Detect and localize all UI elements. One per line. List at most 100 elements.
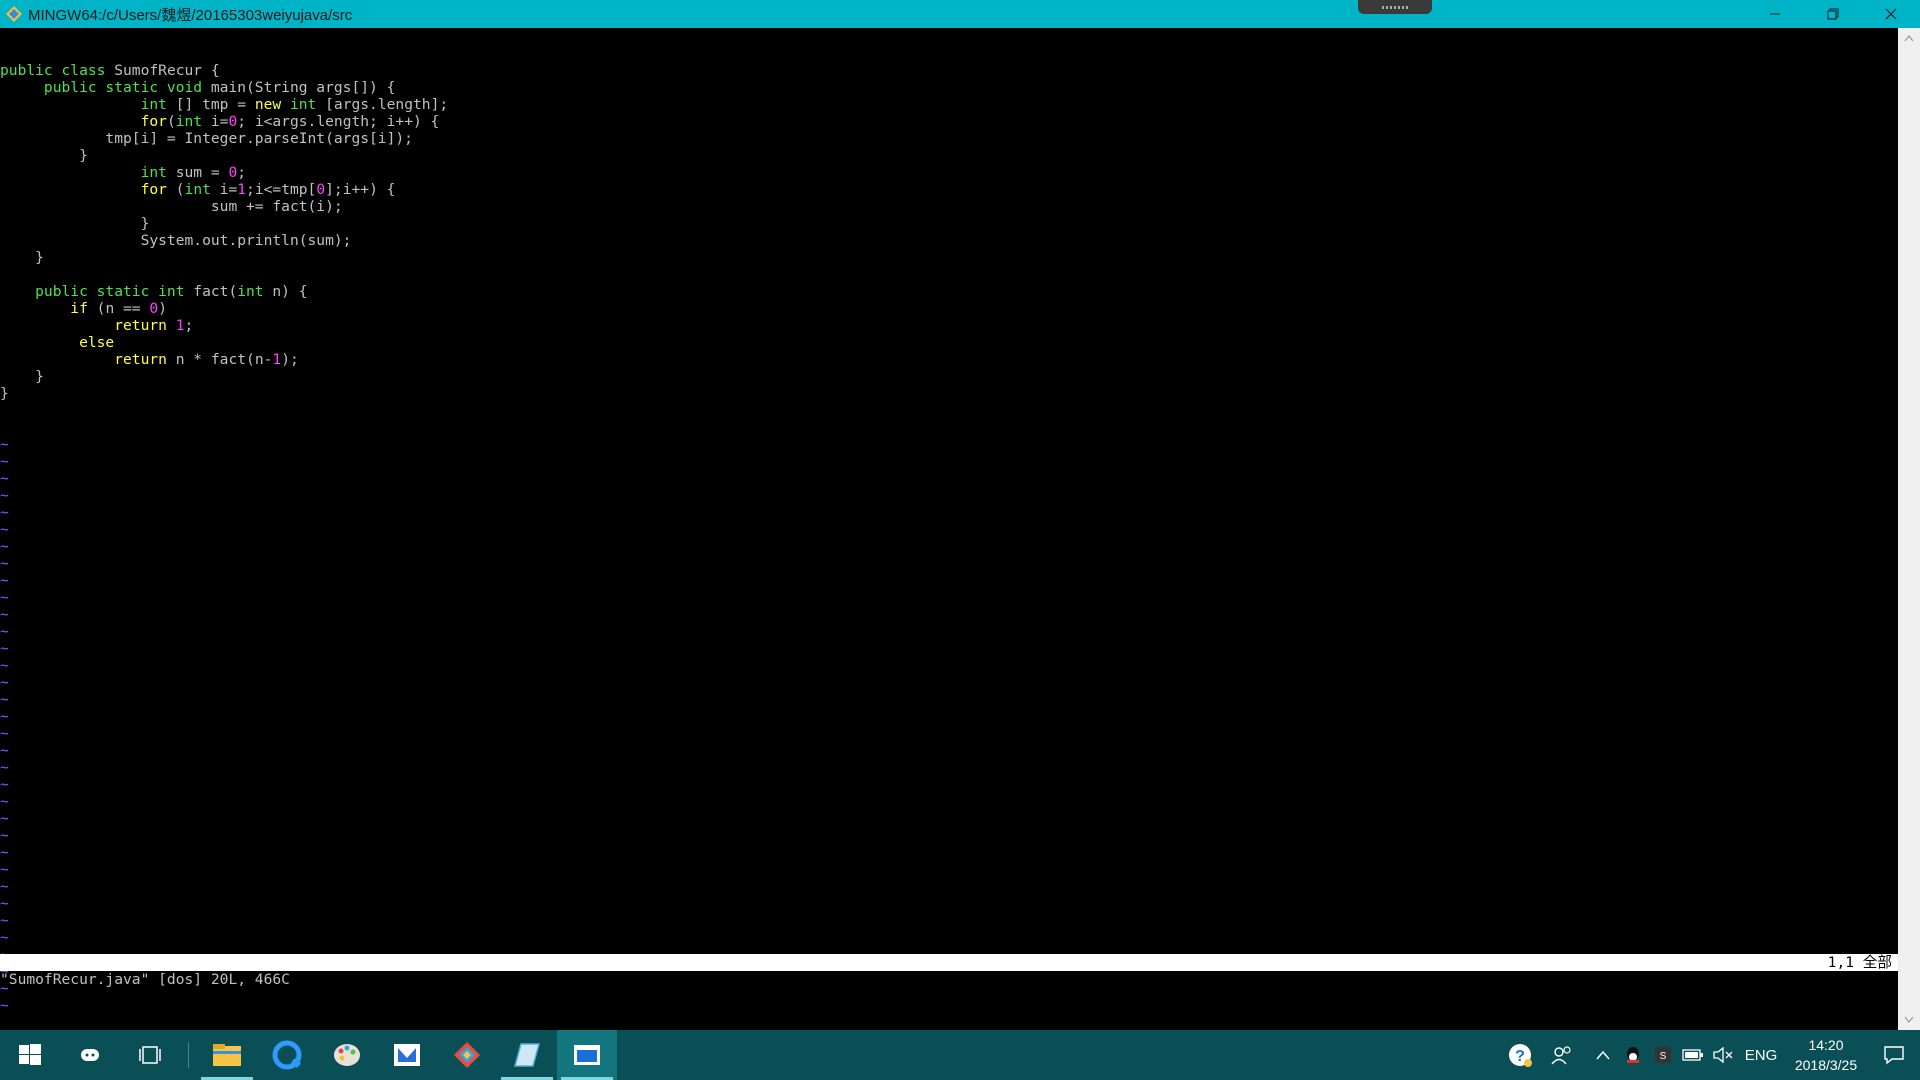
cortana-icon: [81, 1049, 99, 1061]
minimize-button[interactable]: [1746, 0, 1804, 28]
code-token: public static int: [0, 283, 194, 300]
code-line[interactable]: public class SumofRecur {: [0, 62, 1898, 79]
task-view-button[interactable]: [120, 1030, 180, 1080]
empty-line-tilde: ~: [0, 640, 9, 657]
code-line[interactable]: System.out.println(sum);: [0, 232, 1898, 249]
code-token: class: [61, 62, 115, 79]
code-line[interactable]: [0, 266, 1898, 283]
scroll-up-button[interactable]: [1898, 28, 1920, 48]
taskbar-mail[interactable]: [377, 1030, 437, 1080]
empty-line-tilde: ~: [0, 572, 9, 589]
tray-clock[interactable]: 14:20 2018/3/25: [1784, 1030, 1868, 1080]
code-line[interactable]: else: [0, 334, 1898, 351]
vim-statusline: /c/Users/魏煜/20165303weiyujava/src/SumofR…: [0, 954, 1898, 988]
code-line[interactable]: int sum = 0;: [0, 164, 1898, 181]
scroll-down-button[interactable]: [1898, 1010, 1920, 1030]
code-token: sum =: [166, 164, 229, 181]
chevron-up-icon: [1596, 1050, 1610, 1060]
empty-line-tilde: ~: [0, 912, 9, 929]
code-token: return: [114, 317, 167, 334]
battery-icon: [1682, 1049, 1703, 1061]
code-line[interactable]: }: [0, 215, 1898, 232]
code-buffer[interactable]: public class SumofRecur { public static …: [0, 62, 1898, 402]
restore-button[interactable]: [1804, 0, 1862, 28]
taskbar-file-explorer[interactable]: [197, 1030, 257, 1080]
vertical-scrollbar[interactable]: [1898, 28, 1920, 1030]
code-token: n) {: [263, 283, 308, 300]
code-token: 0: [316, 181, 326, 198]
taskbar-notepad[interactable]: [497, 1030, 557, 1080]
empty-line-markers: ~~~~~~~~~~~~~~~~~~~~~~~~~~~~~~~~~~: [0, 436, 1898, 1014]
code-line[interactable]: for (int i=1;i<=tmp[0];i++) {: [0, 181, 1898, 198]
window-titlebar[interactable]: MINGW64:/c/Users/魏煜/20165303weiyujava/sr…: [0, 0, 1920, 28]
code-line[interactable]: if (n == 0): [0, 300, 1898, 317]
code-line[interactable]: }: [0, 249, 1898, 266]
code-line[interactable]: }: [0, 147, 1898, 164]
code-line[interactable]: public static int fact(int n) {: [0, 283, 1898, 300]
close-button[interactable]: [1862, 0, 1920, 28]
tray-show-hidden[interactable]: [1588, 1030, 1618, 1080]
restore-icon: [1827, 8, 1839, 20]
chevron-down-icon: [1904, 1016, 1914, 1023]
mingw-app-icon[interactable]: [0, 0, 28, 28]
start-button[interactable]: [0, 1030, 60, 1080]
taskbar-git[interactable]: [437, 1030, 497, 1080]
empty-line-tilde: ~: [0, 878, 9, 895]
cortana-button[interactable]: [60, 1030, 120, 1080]
code-token: }: [0, 249, 44, 266]
code-token: n * fact(n-: [166, 351, 273, 368]
code-token: 1: [272, 351, 282, 368]
empty-line-tilde: ~: [0, 589, 9, 606]
code-token: public: [0, 62, 62, 79]
tray-qq[interactable]: [1618, 1030, 1648, 1080]
code-token: [args.length];: [316, 96, 449, 113]
action-center-button[interactable]: [1868, 1030, 1920, 1080]
tray-language[interactable]: ENG: [1738, 1030, 1784, 1080]
app-tray-icon: S: [1655, 1047, 1671, 1063]
remote-session-handle[interactable]: [1358, 0, 1432, 14]
code-line[interactable]: int [] tmp = new int [args.length];: [0, 96, 1898, 113]
empty-line-tilde: ~: [0, 827, 9, 844]
code-line[interactable]: }: [0, 368, 1898, 385]
tray-battery[interactable]: [1678, 1030, 1708, 1080]
people-icon: [1551, 1046, 1571, 1065]
code-token: ; i<args.length; i++) {: [237, 113, 440, 130]
taskbar-paint[interactable]: [317, 1030, 377, 1080]
notification-icon: [1884, 1046, 1904, 1065]
code-line[interactable]: public static void main(String args[]) {: [0, 79, 1898, 96]
code-token: if: [70, 300, 88, 317]
code-token: [] tmp =: [166, 96, 255, 113]
windows-taskbar: ? S ENG 14:20 2018/3/25: [0, 1030, 1920, 1080]
code-line[interactable]: tmp[i] = Integer.parseInt(args[i]);: [0, 130, 1898, 147]
code-token: ;: [237, 164, 247, 181]
empty-line-tilde: ~: [0, 844, 9, 861]
code-line[interactable]: sum += fact(i);: [0, 198, 1898, 215]
empty-line-tilde: ~: [0, 623, 9, 640]
code-line[interactable]: for(int i=0; i<args.length; i++) {: [0, 113, 1898, 130]
taskbar-terminal[interactable]: [557, 1030, 617, 1080]
tray-app[interactable]: S: [1648, 1030, 1678, 1080]
code-line[interactable]: return n * fact(n-1);: [0, 351, 1898, 368]
tray-help[interactable]: ?: [1504, 1030, 1536, 1080]
paint-icon: [334, 1044, 360, 1066]
volume-muted-icon: [1713, 1046, 1733, 1064]
code-token: }: [0, 147, 88, 164]
status-cursor-position: 1,1 全部: [1827, 954, 1892, 971]
taskbar-browser[interactable]: [257, 1030, 317, 1080]
code-token: fact(: [193, 283, 238, 300]
code-token: i=: [202, 113, 229, 130]
tray-volume[interactable]: [1708, 1030, 1738, 1080]
code-token: ): [158, 300, 167, 317]
code-line[interactable]: }: [0, 385, 1898, 402]
tray-people[interactable]: [1536, 1030, 1588, 1080]
code-token: i=: [210, 181, 238, 198]
empty-line-tilde: ~: [0, 793, 9, 810]
empty-line-tilde: ~: [0, 538, 9, 555]
terminal-area[interactable]: public class SumofRecur { public static …: [0, 28, 1898, 1030]
code-line[interactable]: return 1;: [0, 317, 1898, 334]
